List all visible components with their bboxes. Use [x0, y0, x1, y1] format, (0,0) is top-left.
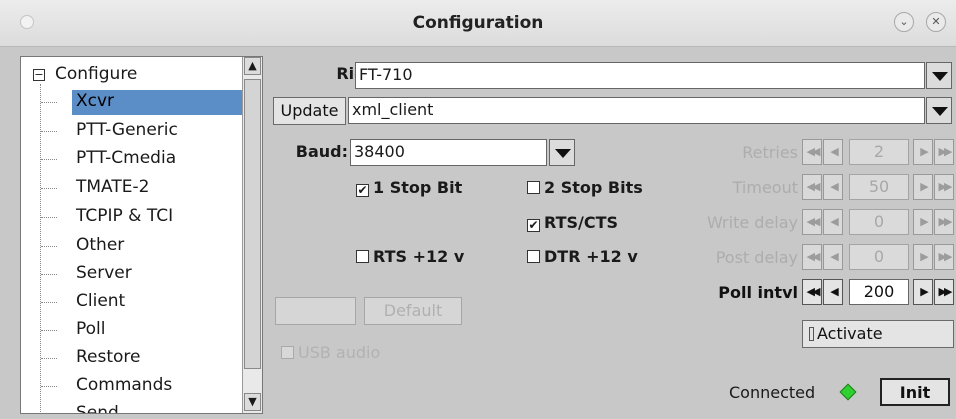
post-delay-value[interactable]: 0 [849, 244, 909, 270]
tree-item-label: Server [76, 263, 132, 283]
write-delay-fast-decrement-icon[interactable]: ◀◀ [802, 209, 822, 235]
post-delay-label: Post delay [715, 248, 798, 267]
tree-item-label: PTT-Generic [76, 120, 178, 140]
write-delay-fast-increment-icon[interactable]: ▶▶ [934, 209, 954, 235]
tree-scrollbar[interactable]: ▲ ▼ [242, 57, 262, 413]
tree-item-send[interactable]: Send [41, 401, 243, 414]
connection-status-icon [839, 383, 857, 401]
activate-label: Activate [817, 324, 883, 343]
retries-value[interactable]: 2 [849, 139, 909, 165]
tree-item-ptt-generic[interactable]: PTT-Generic [41, 118, 243, 145]
window-title: Configuration [412, 13, 544, 33]
tree-root-label: Configure [55, 64, 138, 84]
default-button[interactable]: Default [364, 297, 462, 325]
init-button[interactable]: Init [880, 378, 950, 406]
collapse-icon[interactable]: − [33, 69, 45, 81]
poll-interval-label: Poll intvl [718, 283, 798, 302]
usb-audio-checkbox[interactable]: USB audio [281, 343, 380, 362]
tree-item-restore[interactable]: Restore [41, 345, 243, 372]
tree-item-label: Poll [76, 319, 106, 339]
checkmark-icon: ✔ [527, 218, 540, 232]
tree-item-ptt-cmedia[interactable]: PTT-Cmedia [41, 146, 243, 173]
timeout-label: Timeout [732, 178, 798, 197]
tree-item-label: Commands [76, 375, 173, 395]
retries-label: Retries [742, 143, 798, 162]
retries-increment-icon[interactable]: ▶ [913, 139, 933, 165]
tree-item-commands[interactable]: Commands [41, 373, 243, 400]
retries-fast-increment-icon[interactable]: ▶▶ [934, 139, 954, 165]
server-dropdown-icon[interactable] [926, 97, 952, 124]
stop-bit-1-checkbox[interactable]: ✔ 1 Stop Bit [356, 178, 462, 197]
post-delay-fast-decrement-icon[interactable]: ◀◀ [802, 244, 822, 270]
timeout-decrement-icon[interactable]: ◀ [823, 174, 843, 200]
close-icon[interactable]: ✕ [926, 12, 946, 32]
write-delay-increment-icon[interactable]: ▶ [913, 209, 933, 235]
post-delay-increment-icon[interactable]: ▶ [913, 244, 933, 270]
scroll-up-icon[interactable]: ▲ [244, 57, 261, 75]
write-delay-label: Write delay [706, 213, 798, 232]
tree-item-poll[interactable]: Poll [41, 317, 243, 344]
poll-interval-value[interactable]: 200 [849, 279, 909, 305]
timeout-increment-icon[interactable]: ▶ [913, 174, 933, 200]
write-delay-decrement-icon[interactable]: ◀ [823, 209, 843, 235]
connected-label: Connected [729, 383, 816, 402]
timeout-fast-decrement-icon[interactable]: ◀◀ [802, 174, 822, 200]
activate-toggle[interactable]: Activate [802, 320, 954, 348]
write-delay-value[interactable]: 0 [849, 209, 909, 235]
update-button[interactable]: Update [273, 97, 346, 125]
scroll-thumb[interactable] [244, 79, 261, 369]
poll-fast-increment-icon[interactable]: ▶▶ [934, 279, 954, 305]
dtr-12v-checkbox[interactable]: DTR +12 v [527, 247, 638, 266]
checkmark-icon: ✔ [356, 183, 369, 197]
post-delay-fast-increment-icon[interactable]: ▶▶ [934, 244, 954, 270]
baud-label: Baud: [295, 142, 348, 161]
tree-item-client[interactable]: Client [41, 289, 243, 316]
config-tree: − Configure Xcvr PTT-Generic PTT-Cmedia T… [20, 56, 263, 414]
timeout-value[interactable]: 50 [849, 174, 909, 200]
title-bar: Configuration ⌄ ✕ [0, 0, 956, 47]
post-delay-decrement-icon[interactable]: ◀ [823, 244, 843, 270]
rig-dropdown-icon[interactable] [926, 62, 952, 89]
tree-root[interactable]: − Configure [33, 64, 137, 84]
tree-item-label: Client [76, 291, 126, 311]
tree-item-label: TCPIP & TCI [76, 206, 174, 226]
tree-item-other[interactable]: Other [41, 233, 243, 260]
retries-fast-decrement-icon[interactable]: ◀◀ [802, 139, 822, 165]
poll-fast-decrement-icon[interactable]: ◀◀ [802, 279, 822, 305]
tree-item-tcpip-tci[interactable]: TCPIP & TCI [41, 204, 243, 231]
tree-item-label: PTT-Cmedia [76, 148, 177, 168]
timeout-fast-increment-icon[interactable]: ▶▶ [934, 174, 954, 200]
scroll-down-icon[interactable]: ▼ [244, 393, 261, 411]
baud-select[interactable]: 38400 [350, 139, 547, 166]
tree-item-label: Xcvr [72, 90, 261, 115]
tree-item-tmate-2[interactable]: TMATE-2 [41, 175, 243, 202]
poll-decrement-icon[interactable]: ◀ [823, 279, 843, 305]
poll-increment-icon[interactable]: ▶ [913, 279, 933, 305]
stop-bit-2-checkbox[interactable]: 2 Stop Bits [527, 178, 643, 197]
rig-select[interactable]: FT-710 [355, 62, 925, 89]
minimize-icon[interactable]: ⌄ [894, 12, 914, 32]
tree-item-label: TMATE-2 [76, 177, 150, 197]
rts-cts-checkbox[interactable]: ✔ RTS/CTS [527, 213, 618, 232]
retries-decrement-icon[interactable]: ◀ [823, 139, 843, 165]
empty-field [275, 297, 356, 325]
tree-item-server[interactable]: Server [41, 261, 243, 288]
tree-item-label: Send [76, 403, 119, 414]
server-select[interactable]: xml_client [348, 97, 925, 124]
tree-item-label: Other [76, 235, 125, 255]
tree-item-xcvr[interactable]: Xcvr [41, 89, 261, 116]
rts-12v-checkbox[interactable]: RTS +12 v [356, 247, 464, 266]
baud-dropdown-icon[interactable] [549, 139, 575, 166]
toggle-indicator-icon [809, 327, 814, 341]
tree-item-label: Restore [76, 347, 141, 367]
